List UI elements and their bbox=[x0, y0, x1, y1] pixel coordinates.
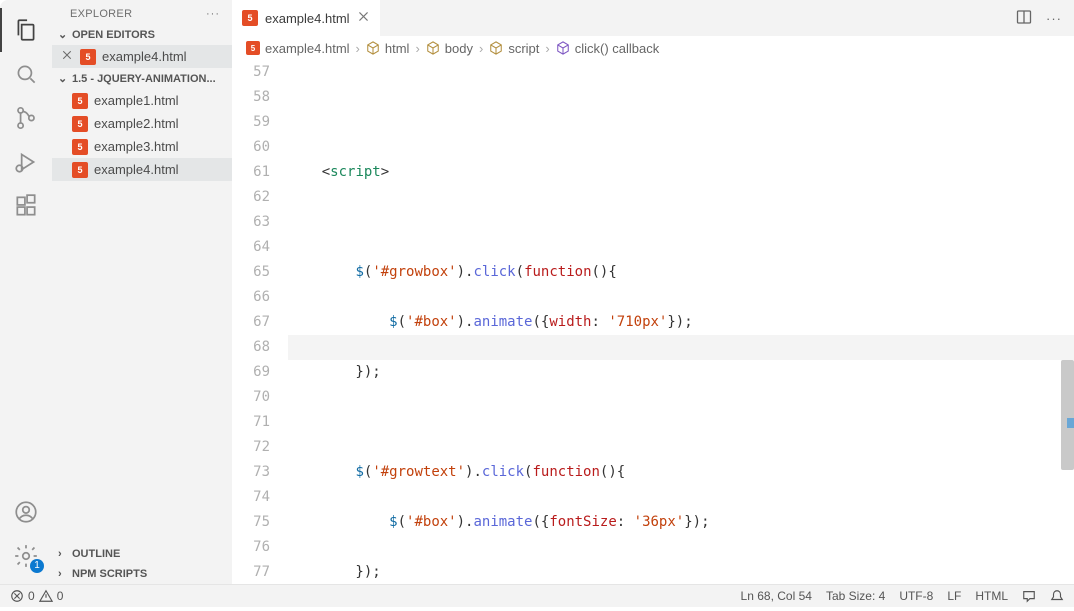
problems-indicator[interactable]: 0 0 bbox=[10, 589, 63, 603]
file-item[interactable]: 5example4.html bbox=[52, 158, 232, 181]
language-mode[interactable]: HTML bbox=[975, 589, 1008, 603]
search-icon[interactable] bbox=[0, 52, 52, 96]
file-item[interactable]: 5example3.html bbox=[52, 135, 232, 158]
npm-scripts-section[interactable]: ›NPM SCRIPTS bbox=[52, 564, 232, 584]
tab-example4[interactable]: 5 example4.html bbox=[232, 0, 381, 36]
html-file-icon: 5 bbox=[72, 139, 88, 155]
breadcrumb[interactable]: 5example4.html › html › body › script › … bbox=[232, 36, 1074, 60]
tab-size[interactable]: Tab Size: 4 bbox=[826, 589, 885, 603]
settings-badge: 1 bbox=[30, 559, 44, 573]
notifications-icon[interactable] bbox=[1050, 589, 1064, 603]
html-file-icon: 5 bbox=[72, 93, 88, 109]
code-editor[interactable]: 5758596061626364656667686970717273747576… bbox=[232, 60, 1074, 584]
close-icon[interactable] bbox=[60, 49, 74, 64]
outline-section[interactable]: ›OUTLINE bbox=[52, 544, 232, 564]
status-bar: 0 0 Ln 68, Col 54 Tab Size: 4 UTF-8 LF H… bbox=[0, 584, 1074, 607]
line-gutter: 5758596061626364656667686970717273747576… bbox=[232, 60, 288, 584]
html-file-icon: 5 bbox=[242, 10, 258, 26]
file-item[interactable]: 5example2.html bbox=[52, 112, 232, 135]
extensions-icon[interactable] bbox=[0, 184, 52, 228]
settings-gear-icon[interactable]: 1 bbox=[0, 534, 52, 578]
close-tab-icon[interactable] bbox=[357, 10, 370, 26]
eol[interactable]: LF bbox=[947, 589, 961, 603]
source-control-icon[interactable] bbox=[0, 96, 52, 140]
sidebar-more-icon[interactable]: ··· bbox=[206, 8, 220, 20]
explorer-icon[interactable] bbox=[0, 8, 52, 52]
open-editor-item[interactable]: 5 example4.html bbox=[52, 45, 232, 68]
file-item[interactable]: 5example1.html bbox=[52, 89, 232, 112]
cursor-position[interactable]: Ln 68, Col 54 bbox=[741, 589, 812, 603]
symbol-icon bbox=[426, 41, 440, 55]
folder-section[interactable]: ⌄1.5 - JQUERY-ANIMATION... bbox=[52, 68, 232, 89]
sidebar-title: EXPLORER bbox=[70, 8, 132, 20]
html-file-icon: 5 bbox=[246, 41, 260, 55]
feedback-icon[interactable] bbox=[1022, 589, 1036, 603]
account-icon[interactable] bbox=[0, 490, 52, 534]
html-file-icon: 5 bbox=[72, 116, 88, 132]
split-editor-icon[interactable] bbox=[1016, 9, 1032, 28]
open-editors-section[interactable]: ⌄OPEN EDITORS bbox=[52, 24, 232, 45]
sidebar: EXPLORER ··· ⌄OPEN EDITORS 5 example4.ht… bbox=[52, 0, 232, 584]
symbol-icon bbox=[489, 41, 503, 55]
code-content: <script> $('#growbox').click(function(){… bbox=[288, 135, 1074, 584]
html-file-icon: 5 bbox=[80, 49, 96, 65]
editor-more-icon[interactable]: ··· bbox=[1046, 11, 1062, 26]
method-icon bbox=[556, 41, 570, 55]
html-file-icon: 5 bbox=[72, 162, 88, 178]
encoding[interactable]: UTF-8 bbox=[899, 589, 933, 603]
symbol-icon bbox=[366, 41, 380, 55]
run-debug-icon[interactable] bbox=[0, 140, 52, 184]
